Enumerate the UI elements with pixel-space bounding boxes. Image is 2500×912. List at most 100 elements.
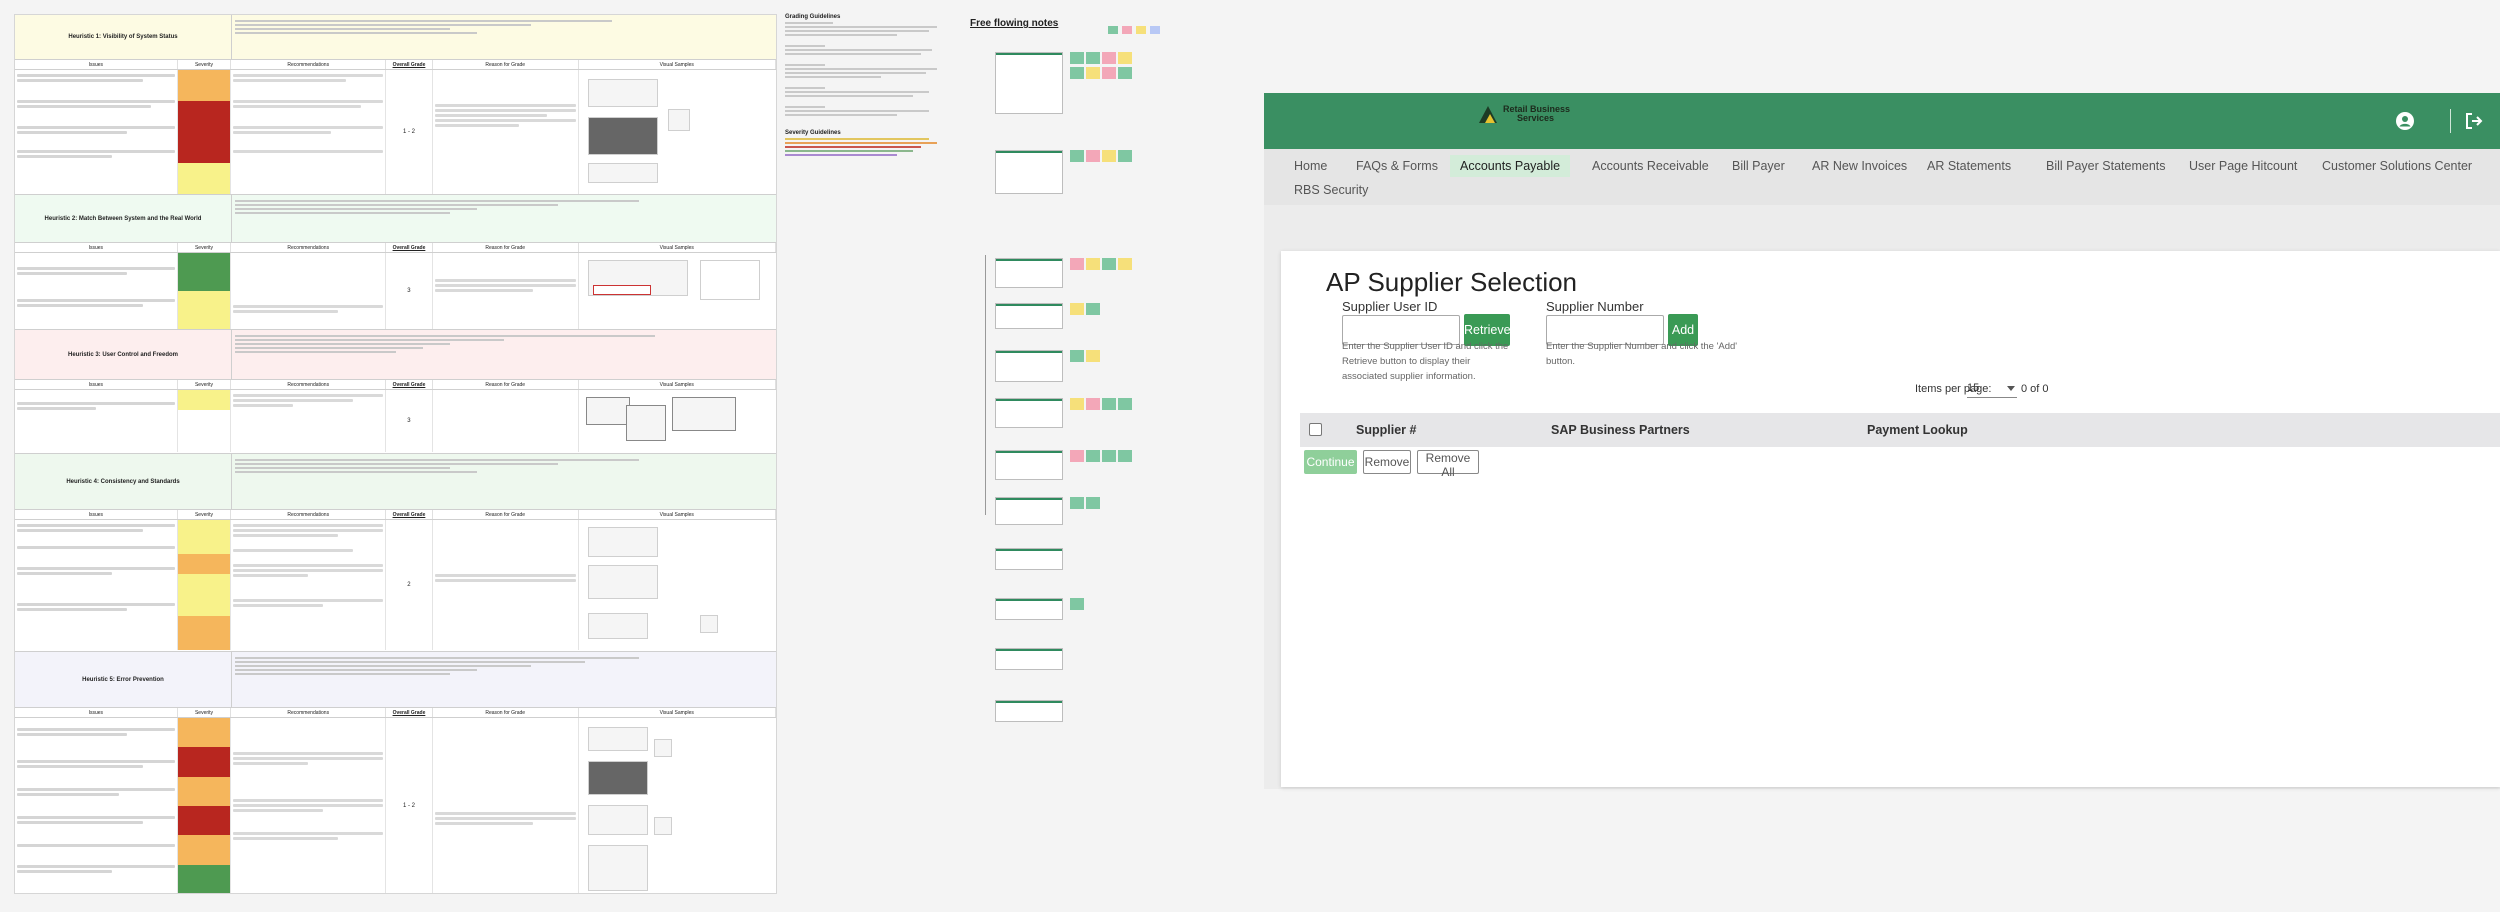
- column-header-row: Issues Severity Recommendations Overall …: [15, 60, 776, 70]
- severity-guidelines-title: Severity Guidelines: [785, 130, 841, 136]
- heuristic-section-5: Heuristic 5: Error Prevention Issues Sev…: [15, 652, 776, 893]
- heuristic-title: Heuristic 5: Error Prevention: [15, 652, 232, 707]
- sticky-note: [1070, 598, 1084, 610]
- header-divider: [2450, 109, 2451, 133]
- sticky-note: [1086, 450, 1100, 462]
- col-overall-grade: Overall Grade: [386, 708, 433, 717]
- col-recommendations: Recommendations: [231, 708, 387, 717]
- col-issues: Issues: [15, 510, 178, 519]
- severity-cell: [177, 390, 232, 452]
- mini-header-bar: [996, 399, 1062, 401]
- nav-accounts-receivable[interactable]: Accounts Receivable: [1592, 155, 1709, 177]
- sticky-note: [1070, 450, 1084, 462]
- reason-cell: [433, 718, 579, 893]
- nav-rbs-security[interactable]: RBS Security: [1294, 179, 1368, 201]
- col-overall-grade: Overall Grade: [386, 60, 433, 69]
- sticky-note: [1118, 450, 1132, 462]
- sticky-note: [1070, 398, 1084, 410]
- recommendations-cell: [231, 718, 387, 893]
- sticky-note: [1136, 26, 1146, 34]
- mini-header-bar: [996, 259, 1062, 261]
- severity-cell: [177, 253, 232, 329]
- overall-grade-value: 3: [386, 390, 433, 452]
- sticky-note: [1118, 150, 1132, 162]
- issues-cell: [15, 520, 178, 650]
- sticky-note: [1070, 150, 1084, 162]
- nav-faqs-forms[interactable]: FAQs & Forms: [1356, 155, 1438, 177]
- retrieve-hint: Enter the Supplier User ID and click the…: [1342, 341, 1509, 382]
- heuristic-section-2: Heuristic 2: Match Between System and th…: [15, 195, 776, 330]
- col-issues: Issues: [15, 243, 178, 252]
- heuristic-section-1: Heuristic 1: Visibility of System Status…: [15, 15, 776, 195]
- th-payment-lookup: Payment Lookup: [1867, 423, 1968, 437]
- col-visual-samples: Visual Samples: [579, 380, 776, 389]
- sticky-note: [1070, 52, 1084, 64]
- col-reason: Reason for Grade: [433, 243, 579, 252]
- sticky-note: [1086, 497, 1100, 509]
- sticky-note: [1118, 258, 1132, 270]
- nav-ar-statements[interactable]: AR Statements: [1927, 155, 2011, 177]
- mini-header-bar: [996, 451, 1062, 453]
- mini-header-bar: [996, 549, 1062, 551]
- th-sap-business-partners: SAP Business Partners: [1551, 423, 1690, 437]
- account-icon[interactable]: [2395, 111, 2415, 131]
- brand-logo-icon: [1477, 103, 1499, 125]
- items-per-page-select[interactable]: 15: [1967, 382, 2017, 398]
- mini-screenshot: [995, 303, 1063, 329]
- mini-header-bar: [996, 351, 1062, 353]
- heuristic-section-3: Heuristic 3: User Control and Freedom Is…: [15, 330, 776, 454]
- sticky-note: [1118, 67, 1132, 79]
- nav-customer-solutions-center[interactable]: Customer Solutions Center: [2322, 155, 2472, 177]
- col-issues: Issues: [15, 708, 178, 717]
- brand-logo[interactable]: Retail Business Services: [1477, 103, 1570, 125]
- col-reason: Reason for Grade: [433, 60, 579, 69]
- sticky-note: [1118, 52, 1132, 64]
- nav-ar-new-invoices[interactable]: AR New Invoices: [1812, 155, 1907, 177]
- col-severity: Severity: [178, 510, 232, 519]
- heuristic-description: [232, 330, 776, 379]
- heuristic-title: Heuristic 4: Consistency and Standards: [15, 454, 232, 509]
- mini-screenshot: [995, 398, 1063, 428]
- nav-bill-payer-statements[interactable]: Bill Payer Statements: [2046, 155, 2166, 177]
- sticky-note: [1102, 398, 1116, 410]
- severity-cell: [177, 520, 232, 650]
- col-visual-samples: Visual Samples: [579, 510, 776, 519]
- col-overall-grade: Overall Grade: [386, 243, 433, 252]
- sticky-note: [1102, 258, 1116, 270]
- issues-cell: [15, 390, 178, 452]
- col-visual-samples: Visual Samples: [579, 60, 776, 69]
- nav-bill-payer[interactable]: Bill Payer: [1732, 155, 1785, 177]
- nav-accounts-payable[interactable]: Accounts Payable: [1450, 155, 1571, 177]
- visual-samples-cell: [579, 718, 776, 893]
- continue-button[interactable]: Continue: [1304, 450, 1357, 474]
- th-supplier-number: Supplier #: [1356, 423, 1417, 437]
- col-recommendations: Recommendations: [231, 60, 387, 69]
- remove-all-button[interactable]: Remove All: [1417, 450, 1479, 479]
- logout-icon[interactable]: [2464, 111, 2484, 131]
- col-recommendations: Recommendations: [231, 380, 387, 389]
- brand-name: Retail Business Services: [1503, 105, 1570, 123]
- nav-user-page-hitcount[interactable]: User Page Hitcount: [2189, 155, 2297, 177]
- col-recommendations: Recommendations: [231, 510, 387, 519]
- heuristic-title: Heuristic 3: User Control and Freedom: [15, 330, 232, 379]
- items-per-page-value: 15: [1967, 382, 1980, 394]
- heuristic-description: [232, 195, 776, 242]
- recommendations-cell: [231, 520, 387, 650]
- remove-button[interactable]: Remove: [1363, 450, 1411, 474]
- col-visual-samples: Visual Samples: [579, 708, 776, 717]
- nav-home[interactable]: Home: [1294, 155, 1327, 177]
- col-overall-grade: Overall Grade: [386, 380, 433, 389]
- sticky-note: [1086, 67, 1100, 79]
- supplier-number-label: Supplier Number: [1546, 299, 1644, 314]
- select-all-checkbox[interactable]: [1309, 423, 1322, 436]
- mini-header-bar: [996, 498, 1062, 500]
- whiteboard-canvas: Heuristic 1: Visibility of System Status…: [0, 0, 2500, 912]
- add-hint: Enter the Supplier Number and click the …: [1546, 341, 1738, 367]
- col-issues: Issues: [15, 380, 178, 389]
- sticky-note: [1102, 450, 1116, 462]
- col-recommendations: Recommendations: [231, 243, 387, 252]
- col-issues: Issues: [15, 60, 178, 69]
- reason-cell: [433, 253, 579, 329]
- sticky-note: [1102, 67, 1116, 79]
- sticky-note: [1102, 150, 1116, 162]
